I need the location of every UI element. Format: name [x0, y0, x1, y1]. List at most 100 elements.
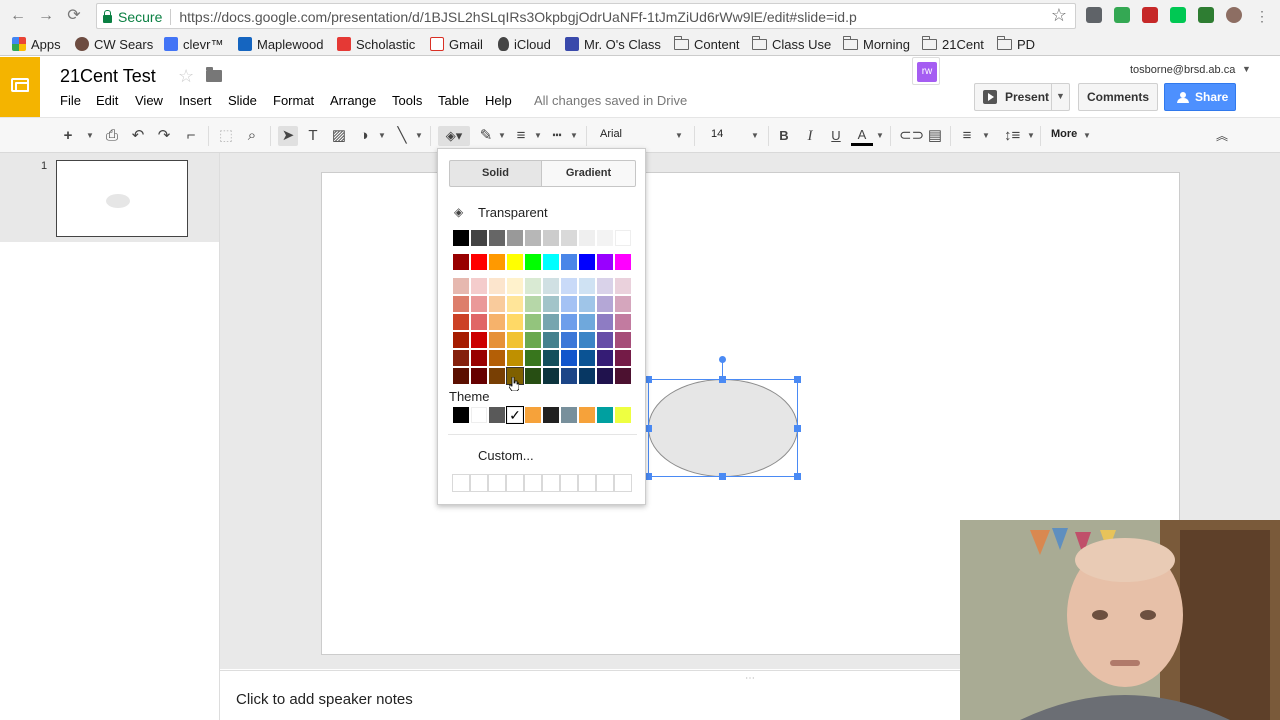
share-button[interactable]: Share — [1164, 83, 1236, 111]
tab-solid[interactable]: Solid — [449, 160, 542, 187]
bookmark-class-use[interactable]: Class Use — [751, 35, 831, 53]
resize-handle[interactable] — [645, 425, 652, 432]
color-swatch[interactable] — [579, 332, 595, 348]
more-button[interactable]: More — [1051, 128, 1077, 140]
menu-view[interactable]: View — [135, 93, 163, 108]
menu-arrange[interactable]: Arrange — [330, 93, 376, 108]
bold-button[interactable]: B — [777, 126, 791, 146]
color-swatch[interactable] — [561, 254, 577, 270]
menu-table[interactable]: Table — [438, 93, 469, 108]
bookmark-mr-os-class[interactable]: Mr. O's Class — [565, 35, 661, 53]
theme-swatch[interactable] — [579, 407, 595, 423]
link-icon[interactable]: ⊂⊃ — [899, 126, 924, 146]
transparent-option[interactable]: ◈ Transparent — [454, 203, 548, 221]
color-swatch[interactable] — [489, 332, 505, 348]
theme-swatch[interactable] — [561, 407, 577, 423]
color-swatch[interactable] — [453, 350, 469, 366]
color-swatch[interactable] — [507, 254, 523, 270]
extension-check-icon[interactable] — [1170, 7, 1186, 23]
new-slide-icon[interactable]: + — [60, 126, 76, 146]
color-swatch[interactable] — [561, 350, 577, 366]
paint-format-icon[interactable]: ⌐ — [183, 126, 199, 146]
chevron-down-icon[interactable]: ▼ — [1027, 131, 1035, 140]
custom-color-slot[interactable] — [488, 474, 506, 492]
color-swatch[interactable] — [615, 350, 631, 366]
color-swatch[interactable] — [597, 332, 613, 348]
redo-icon[interactable]: ↷ — [156, 126, 172, 146]
theme-swatch[interactable] — [597, 407, 613, 423]
custom-color-slot[interactable] — [560, 474, 578, 492]
bookmark-apps[interactable]: Apps — [12, 35, 61, 53]
color-swatch[interactable] — [579, 350, 595, 366]
custom-color-slot[interactable] — [578, 474, 596, 492]
custom-color-slot[interactable] — [524, 474, 542, 492]
user-email[interactable]: tosborne@brsd.ab.ca — [1130, 64, 1235, 76]
resize-handle[interactable] — [794, 425, 801, 432]
resize-handle[interactable] — [645, 473, 652, 480]
address-bar[interactable]: Secure https://docs.google.com/presentat… — [96, 3, 1076, 29]
menu-slide[interactable]: Slide — [228, 93, 257, 108]
print-icon[interactable]: ⎙ — [104, 126, 120, 146]
custom-color-slot[interactable] — [470, 474, 488, 492]
color-swatch[interactable] — [525, 296, 541, 312]
color-swatch[interactable] — [597, 278, 613, 294]
custom-color-slot[interactable] — [542, 474, 560, 492]
zoom-icon[interactable]: ⌕ — [244, 126, 260, 146]
rotate-handle[interactable] — [719, 356, 726, 363]
color-swatch[interactable] — [471, 230, 487, 246]
tab-gradient[interactable]: Gradient — [541, 160, 636, 187]
color-swatch[interactable] — [543, 350, 559, 366]
color-swatch[interactable] — [453, 230, 469, 246]
color-swatch[interactable] — [597, 314, 613, 330]
collapse-toolbar-icon[interactable]: ︽ — [1214, 126, 1230, 146]
slides-home-button[interactable] — [0, 57, 40, 117]
border-color-icon[interactable]: ✎ — [478, 126, 494, 146]
resize-handle[interactable] — [719, 376, 726, 383]
custom-color-option[interactable]: Custom... — [478, 448, 534, 463]
color-swatch[interactable] — [615, 278, 631, 294]
theme-swatch[interactable] — [543, 407, 559, 423]
resize-grip-icon[interactable]: ⋯ — [745, 673, 755, 684]
color-swatch[interactable] — [561, 278, 577, 294]
color-swatch[interactable] — [579, 368, 595, 384]
theme-swatch[interactable] — [453, 407, 469, 423]
color-swatch[interactable] — [579, 230, 595, 246]
color-swatch[interactable] — [597, 368, 613, 384]
color-swatch[interactable] — [507, 332, 523, 348]
custom-color-slot[interactable] — [614, 474, 632, 492]
color-swatch[interactable] — [615, 368, 631, 384]
menu-tools[interactable]: Tools — [392, 93, 422, 108]
color-swatch[interactable] — [471, 296, 487, 312]
color-swatch[interactable] — [543, 368, 559, 384]
chevron-down-icon[interactable]: ▼ — [1056, 91, 1065, 101]
color-swatch[interactable] — [597, 350, 613, 366]
shape-icon[interactable]: ◑ — [356, 126, 372, 146]
menu-format[interactable]: Format — [273, 93, 314, 108]
profile-avatar[interactable] — [1226, 7, 1242, 23]
chevron-down-icon[interactable]: ▼ — [675, 131, 683, 140]
save-status[interactable]: All changes saved in Drive — [534, 93, 687, 108]
chevron-down-icon[interactable]: ▼ — [86, 131, 94, 140]
color-swatch[interactable] — [615, 332, 631, 348]
chevron-down-icon[interactable]: ▼ — [982, 131, 990, 140]
custom-color-slot[interactable] — [596, 474, 614, 492]
chevron-down-icon[interactable]: ▼ — [570, 131, 578, 140]
menu-edit[interactable]: Edit — [96, 93, 118, 108]
fit-icon[interactable]: ⬚ — [218, 126, 234, 146]
color-swatch[interactable] — [525, 350, 541, 366]
document-title[interactable]: 21Cent Test — [60, 66, 156, 87]
extension-classroom-icon[interactable] — [1114, 7, 1130, 23]
extension-cast-icon[interactable] — [1198, 7, 1214, 23]
bookmark-maplewood[interactable]: Maplewood — [238, 35, 324, 53]
chevron-down-icon[interactable]: ▼ — [415, 131, 423, 140]
color-swatch[interactable] — [615, 314, 631, 330]
custom-color-slot[interactable] — [452, 474, 470, 492]
color-swatch[interactable] — [489, 254, 505, 270]
resize-handle[interactable] — [645, 376, 652, 383]
color-swatch[interactable] — [561, 332, 577, 348]
theme-swatch[interactable] — [489, 407, 505, 423]
italic-button[interactable]: I — [803, 126, 817, 146]
color-swatch[interactable] — [543, 278, 559, 294]
menu-file[interactable]: File — [60, 93, 81, 108]
bookmark-gmail[interactable]: Gmail — [430, 35, 483, 53]
